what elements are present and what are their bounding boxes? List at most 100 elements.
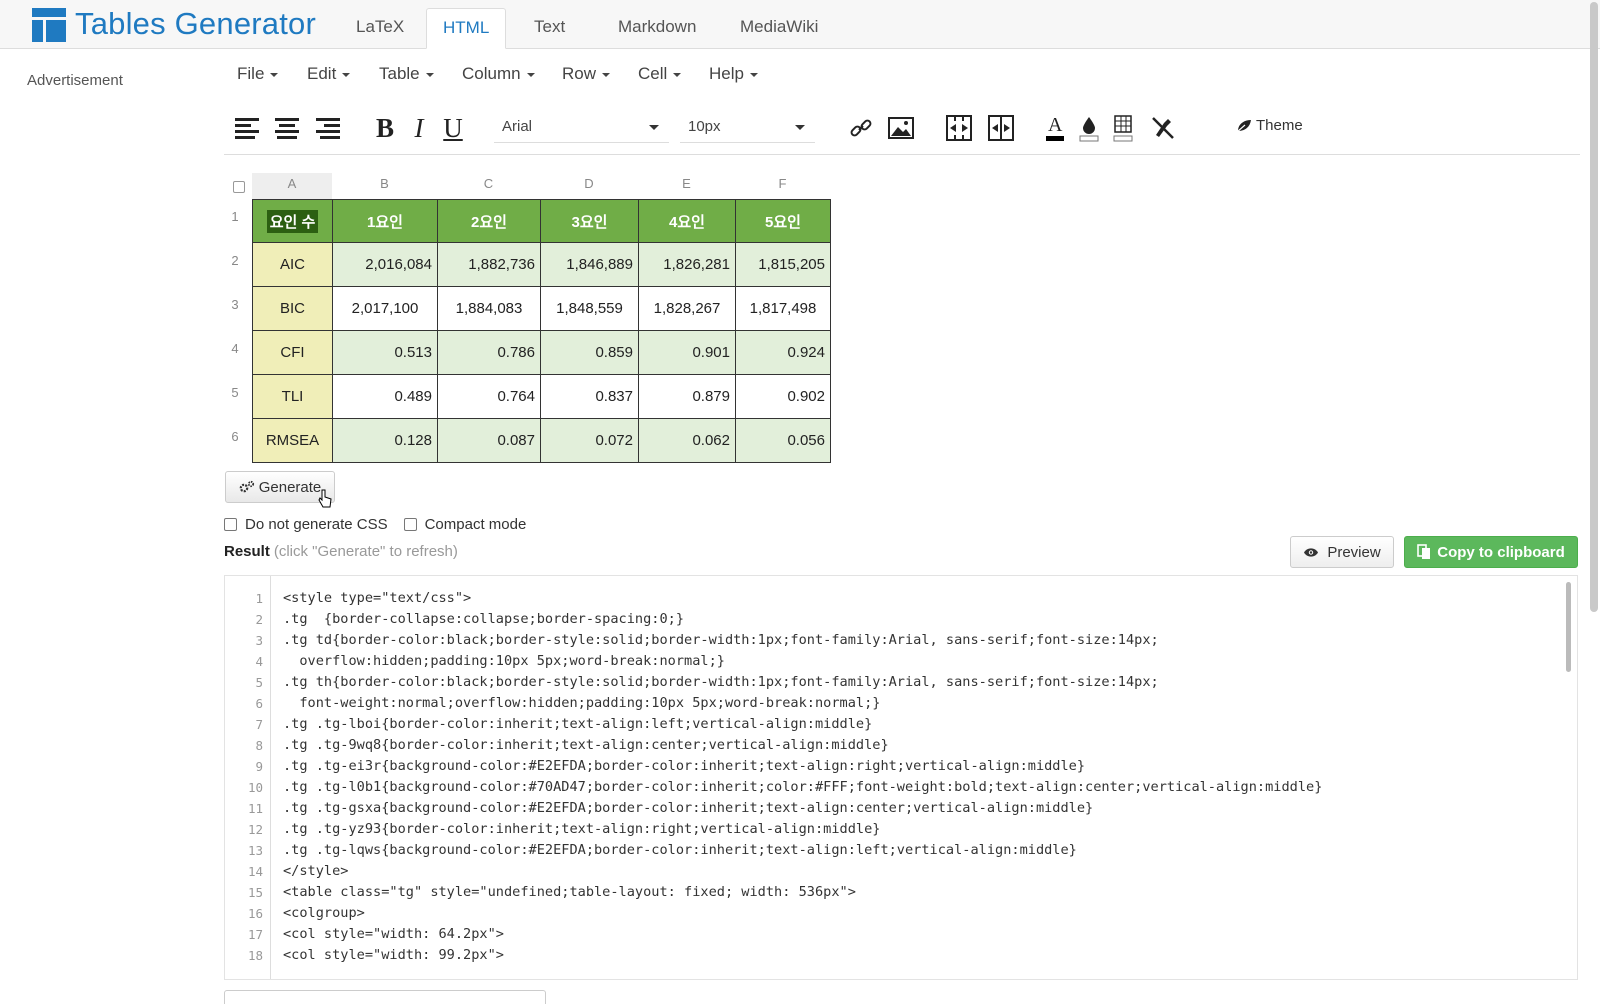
menu-cell[interactable]: Cell bbox=[638, 64, 682, 84]
table-cell[interactable]: 0.786 bbox=[437, 330, 541, 375]
chevron-down-icon bbox=[649, 125, 659, 130]
row-header-6[interactable]: 6 bbox=[224, 429, 246, 444]
table-cell[interactable]: 0.128 bbox=[332, 418, 438, 463]
table-cell-header-f[interactable]: 5요인 bbox=[735, 199, 831, 243]
table-cell[interactable]: 0.062 bbox=[638, 418, 736, 463]
caret-down-icon bbox=[673, 72, 682, 77]
tab-html[interactable]: HTML bbox=[426, 8, 507, 49]
table-cell[interactable]: 0.764 bbox=[437, 374, 541, 419]
tables-generator-logo-icon[interactable] bbox=[32, 8, 66, 42]
copy-to-clipboard-button[interactable]: Copy to clipboard bbox=[1404, 536, 1578, 568]
clear-format-icon[interactable] bbox=[1146, 111, 1180, 145]
table-cell[interactable]: BIC bbox=[252, 286, 333, 331]
row-header-3[interactable]: 3 bbox=[224, 297, 246, 312]
table-cell[interactable]: 1,826,281 bbox=[638, 242, 736, 287]
row-header-4[interactable]: 4 bbox=[224, 341, 246, 356]
select-all-checkbox[interactable] bbox=[233, 181, 245, 193]
line-number: 18 bbox=[247, 948, 263, 963]
preview-button[interactable]: Preview bbox=[1290, 536, 1394, 568]
underline-icon[interactable]: U bbox=[436, 111, 470, 145]
table-cell[interactable]: AIC bbox=[252, 242, 333, 287]
table-cell[interactable]: 0.879 bbox=[638, 374, 736, 419]
column-header-a[interactable]: A bbox=[252, 173, 332, 199]
table-cell[interactable]: 0.513 bbox=[332, 330, 438, 375]
table-cell[interactable]: 1,828,267 bbox=[638, 286, 736, 331]
result-code-editor[interactable]: 1 2 3 4 5 6 7 8 9 10 11 12 13 14 15 16 17 18 <style type=… bbox=[224, 575, 1578, 980]
table-cell-header-c[interactable]: 2요인 bbox=[437, 199, 541, 243]
row-header-2[interactable]: 2 bbox=[224, 253, 246, 268]
table-cell-header-b[interactable]: 1요인 bbox=[332, 199, 438, 243]
table-cell[interactable]: 0.837 bbox=[540, 374, 639, 419]
link-icon[interactable] bbox=[844, 111, 878, 145]
table-cell-header-a[interactable]: 요인 수 bbox=[252, 199, 333, 243]
image-icon[interactable] bbox=[884, 111, 918, 145]
table-cell[interactable]: 1,817,498 bbox=[735, 286, 831, 331]
table-cell[interactable]: 1,884,083 bbox=[437, 286, 541, 331]
tab-mediawiki[interactable]: MediaWiki bbox=[724, 8, 834, 49]
align-left-icon[interactable] bbox=[230, 111, 264, 145]
menu-table[interactable]: Table bbox=[379, 64, 434, 84]
menu-help[interactable]: Help bbox=[709, 64, 758, 84]
menu-row[interactable]: Row bbox=[562, 64, 611, 84]
table-cell[interactable]: 0.087 bbox=[437, 418, 541, 463]
column-header-c[interactable]: C bbox=[437, 173, 540, 199]
fill-color-icon[interactable] bbox=[1072, 111, 1106, 145]
table-cell[interactable]: 0.489 bbox=[332, 374, 438, 419]
menu-edit-label: Edit bbox=[307, 64, 337, 83]
table-cell[interactable]: 2,016,084 bbox=[332, 242, 438, 287]
code-scrollbar[interactable] bbox=[1566, 582, 1571, 672]
page-scrollbar[interactable] bbox=[1590, 2, 1598, 612]
line-number: 7 bbox=[255, 717, 263, 732]
menu-file[interactable]: File bbox=[237, 64, 279, 84]
align-center-icon[interactable] bbox=[270, 111, 304, 145]
no-css-option[interactable]: Do not generate CSS bbox=[224, 516, 388, 533]
theme-button[interactable]: Theme bbox=[1236, 117, 1303, 134]
menu-edit[interactable]: Edit bbox=[307, 64, 351, 84]
column-header-b[interactable]: B bbox=[332, 173, 437, 199]
table-cell[interactable]: CFI bbox=[252, 330, 333, 375]
table-cell[interactable]: 0.859 bbox=[540, 330, 639, 375]
table-cell[interactable]: 1,846,889 bbox=[540, 242, 639, 287]
table-cell[interactable]: 0.924 bbox=[735, 330, 831, 375]
table-cell[interactable]: 0.056 bbox=[735, 418, 831, 463]
table-cell[interactable]: 1,882,736 bbox=[437, 242, 541, 287]
tab-latex[interactable]: LaTeX bbox=[340, 8, 420, 49]
table-cell[interactable]: 0.072 bbox=[540, 418, 639, 463]
column-header-f[interactable]: F bbox=[735, 173, 830, 199]
bold-icon[interactable]: B bbox=[368, 111, 402, 145]
brand-title[interactable]: Tables Generator bbox=[75, 6, 316, 42]
code-line: .tg .tg-lboi{border-color:inherit;text-a… bbox=[283, 716, 873, 732]
code-line: .tg .tg-9wq8{border-color:inherit;text-a… bbox=[283, 737, 889, 753]
table-cell[interactable]: 0.902 bbox=[735, 374, 831, 419]
font-size-select[interactable]: 10px bbox=[680, 115, 815, 143]
borders-icon[interactable] bbox=[1106, 111, 1140, 145]
italic-icon[interactable]: I bbox=[402, 111, 436, 145]
table-cell[interactable]: 1,815,205 bbox=[735, 242, 831, 287]
merge-cells-icon[interactable] bbox=[942, 111, 976, 145]
hand-cursor-icon bbox=[318, 489, 332, 508]
table-cell[interactable]: 1,848,559 bbox=[540, 286, 639, 331]
menu-column[interactable]: Column bbox=[462, 64, 535, 84]
column-header-e[interactable]: E bbox=[638, 173, 735, 199]
table-cell-header-d[interactable]: 3요인 bbox=[540, 199, 639, 243]
header-cell-text: 요인 수 bbox=[266, 209, 319, 233]
table-cell[interactable]: 0.901 bbox=[638, 330, 736, 375]
table-cell-header-e[interactable]: 4요인 bbox=[638, 199, 736, 243]
row-header-5[interactable]: 5 bbox=[224, 385, 246, 400]
no-css-checkbox[interactable] bbox=[224, 518, 237, 531]
tab-markdown[interactable]: Markdown bbox=[602, 8, 712, 49]
column-header-d[interactable]: D bbox=[540, 173, 638, 199]
align-right-icon[interactable] bbox=[311, 111, 345, 145]
table-cell[interactable]: 2,017,100 bbox=[332, 286, 438, 331]
compact-mode-option[interactable]: Compact mode bbox=[403, 516, 526, 533]
split-cells-icon[interactable] bbox=[984, 111, 1018, 145]
text-color-icon[interactable]: A bbox=[1038, 111, 1072, 145]
table-cell[interactable]: TLI bbox=[252, 374, 333, 419]
compact-mode-checkbox[interactable] bbox=[403, 518, 417, 531]
tab-text[interactable]: Text bbox=[518, 8, 581, 49]
font-family-select[interactable]: Arial bbox=[494, 115, 669, 143]
caret-down-icon bbox=[526, 72, 535, 77]
line-number: 17 bbox=[247, 927, 263, 942]
table-cell[interactable]: RMSEA bbox=[252, 418, 333, 463]
row-header-1[interactable]: 1 bbox=[224, 209, 246, 224]
